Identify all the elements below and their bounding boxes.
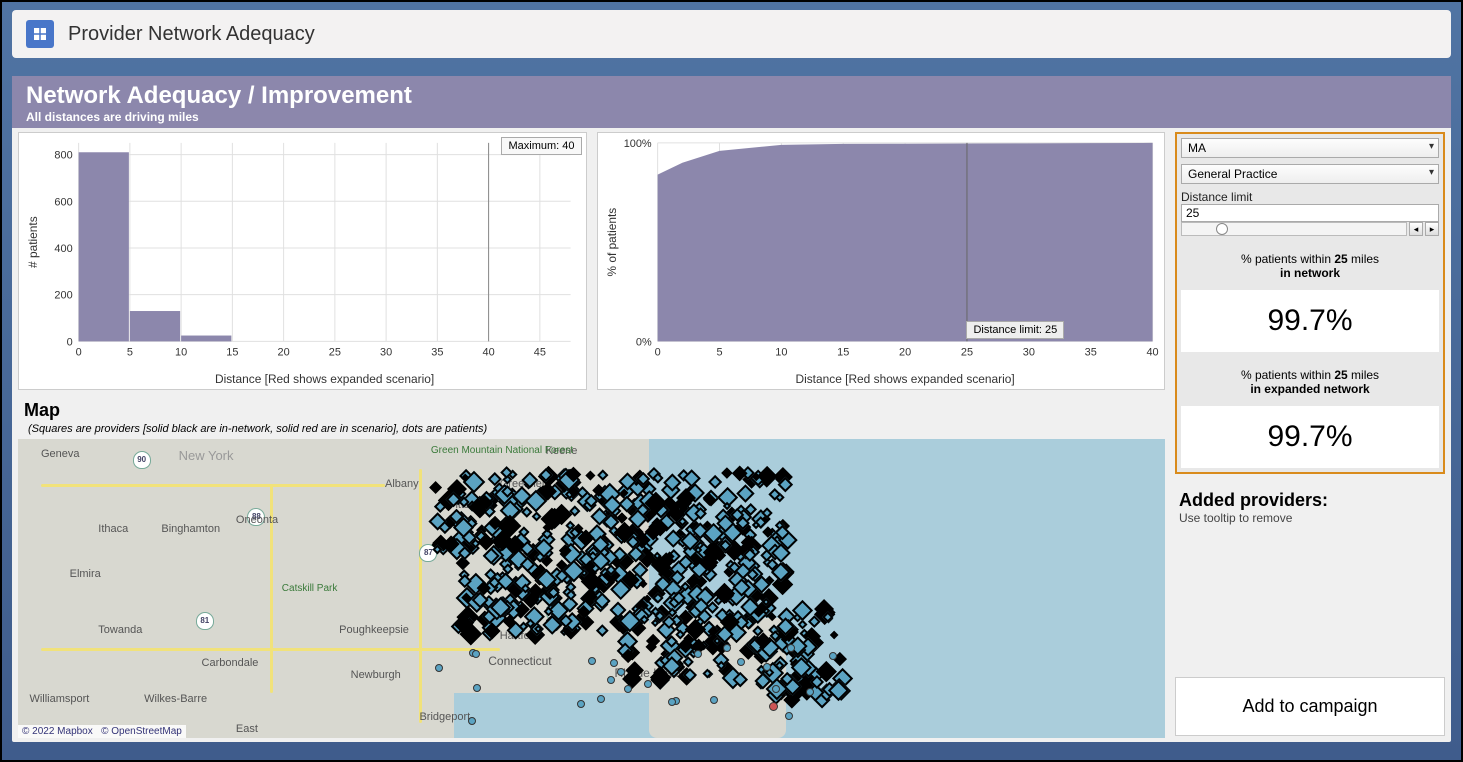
- titlebar: Provider Network Adequacy: [12, 10, 1451, 58]
- stat-caption-distance: 25: [1334, 368, 1347, 382]
- map-label: Wilkes-Barre: [144, 693, 207, 705]
- map-label: Williamsport: [29, 693, 89, 705]
- dashboard-subtitle: All distances are driving miles: [26, 110, 1437, 124]
- svg-text:Distance [Red shows expanded s: Distance [Red shows expanded scenario]: [795, 372, 1014, 386]
- map-label: Poughkeepsie: [339, 624, 409, 636]
- dashboard-banner: Network Adequacy / Improvement All dista…: [12, 76, 1451, 128]
- slider-handle[interactable]: [1216, 223, 1228, 235]
- map-viewport[interactable]: 81 88 84 87 90 Geneva Ithaca Elmira Towa…: [18, 439, 1165, 738]
- svg-text:15: 15: [226, 346, 238, 358]
- svg-text:10: 10: [175, 346, 187, 358]
- map-title: Map: [24, 400, 1159, 421]
- map-label: New York: [179, 448, 234, 463]
- slider-step-prev[interactable]: ◂: [1409, 222, 1423, 236]
- svg-text:800: 800: [54, 150, 72, 162]
- stat-in-network: % patients within 25 miles in network 99…: [1181, 242, 1439, 352]
- svg-text:5: 5: [127, 346, 133, 358]
- state-dropdown[interactable]: MA: [1181, 138, 1439, 158]
- app-icon: [26, 20, 54, 48]
- svg-text:% of patients: % of patients: [604, 208, 618, 277]
- svg-text:20: 20: [899, 346, 911, 358]
- map-label: Pittsfield: [448, 499, 490, 511]
- svg-text:15: 15: [837, 346, 849, 358]
- svg-text:200: 200: [54, 290, 72, 302]
- map-attribution: © 2022 Mapbox © OpenStreetMap: [18, 725, 186, 738]
- map-label: Hartford: [500, 630, 540, 642]
- chart-histogram[interactable]: 0 200 400 600 800 0 5 10 15 20 25 30 35 40 45 Distance …: [18, 132, 587, 390]
- stat-caption-text: % patients within: [1241, 368, 1334, 382]
- svg-text:400: 400: [54, 243, 72, 255]
- svg-text:40: 40: [1146, 346, 1158, 358]
- svg-text:5: 5: [716, 346, 722, 358]
- distance-limit-label: Distance limit: [1181, 190, 1439, 204]
- map-label: Connecticut: [488, 654, 551, 668]
- svg-text:600: 600: [54, 196, 72, 208]
- map-label: Oneonta: [236, 514, 278, 526]
- histogram-max-label: Maximum: 40: [501, 137, 581, 155]
- stat-expanded-value: 99.7%: [1181, 406, 1439, 468]
- map-label: Binghamton: [161, 523, 220, 535]
- svg-text:20: 20: [278, 346, 290, 358]
- map-shield-90: 90: [133, 451, 151, 469]
- map-label: Greenfield: [500, 478, 551, 490]
- svg-text:30: 30: [1022, 346, 1034, 358]
- map-label: Elmira: [70, 568, 101, 580]
- svg-text:35: 35: [1084, 346, 1096, 358]
- chart-cumulative[interactable]: 0% 100% 0 5 10 15 20 25 30 35 40 Distance [Red show…: [597, 132, 1166, 390]
- stat-caption-text: miles: [1348, 252, 1379, 266]
- map-label: East: [236, 723, 258, 735]
- svg-text:0: 0: [67, 336, 73, 348]
- map-shield-84: 84: [546, 603, 564, 621]
- stat-expanded: % patients within 25 miles in expanded n…: [1181, 358, 1439, 468]
- filter-panel: MA General Practice Distance limit 25 ◂ …: [1175, 132, 1445, 474]
- slider-step-next[interactable]: ▸: [1425, 222, 1439, 236]
- map-label: Bridgeport: [419, 711, 470, 723]
- map-label: Newburgh: [351, 669, 401, 681]
- map-label: Albany: [385, 478, 419, 490]
- map-shield-81: 81: [196, 612, 214, 630]
- svg-text:0: 0: [76, 346, 82, 358]
- svg-text:Distance [Red shows expanded s: Distance [Red shows expanded scenario]: [215, 372, 434, 386]
- distance-limit-input[interactable]: 25: [1181, 204, 1439, 222]
- dashboard-title: Network Adequacy / Improvement: [26, 82, 1437, 110]
- cumulative-limit-label: Distance limit: 25: [966, 321, 1064, 339]
- map-label: Geneva: [41, 448, 80, 460]
- map-attrib-mapbox[interactable]: © 2022 Mapbox: [22, 726, 93, 737]
- stat-caption-line2: in expanded network: [1250, 382, 1369, 396]
- map-label: Carbondale: [202, 657, 259, 669]
- stat-in-network-value: 99.7%: [1181, 290, 1439, 352]
- map-label: Rhode Island: [614, 666, 685, 680]
- map-label: Towanda: [98, 624, 142, 636]
- svg-text:0%: 0%: [635, 336, 651, 348]
- svg-text:40: 40: [483, 346, 495, 358]
- stat-caption-distance: 25: [1334, 252, 1347, 266]
- map-shield-87: 87: [419, 544, 437, 562]
- svg-text:35: 35: [431, 346, 443, 358]
- stat-caption-text: % patients within: [1241, 252, 1334, 266]
- stat-caption-text: miles: [1348, 368, 1379, 382]
- map-label: Catskill Park: [282, 583, 338, 594]
- svg-text:30: 30: [380, 346, 392, 358]
- map-subtitle: (Squares are providers [solid black are …: [28, 423, 1159, 435]
- distance-limit-slider[interactable]: [1181, 222, 1407, 236]
- specialty-dropdown[interactable]: General Practice: [1181, 164, 1439, 184]
- svg-text:45: 45: [534, 346, 546, 358]
- added-providers: Added providers: Use tooltip to remove: [1175, 490, 1445, 525]
- map-attrib-osm[interactable]: © OpenStreetMap: [101, 726, 182, 737]
- svg-text:25: 25: [329, 346, 341, 358]
- add-to-campaign-button[interactable]: Add to campaign: [1175, 677, 1445, 736]
- added-providers-title: Added providers:: [1179, 490, 1441, 511]
- svg-text:25: 25: [960, 346, 972, 358]
- map-label: Ithaca: [98, 523, 128, 535]
- stat-caption-line2: in network: [1280, 266, 1340, 280]
- added-providers-hint: Use tooltip to remove: [1179, 511, 1441, 525]
- app-title: Provider Network Adequacy: [68, 23, 315, 46]
- svg-text:100%: 100%: [623, 138, 651, 150]
- svg-text:# patients: # patients: [26, 216, 40, 268]
- map-label: Green Mountain National Forest: [431, 445, 573, 456]
- svg-text:0: 0: [654, 346, 660, 358]
- svg-text:10: 10: [775, 346, 787, 358]
